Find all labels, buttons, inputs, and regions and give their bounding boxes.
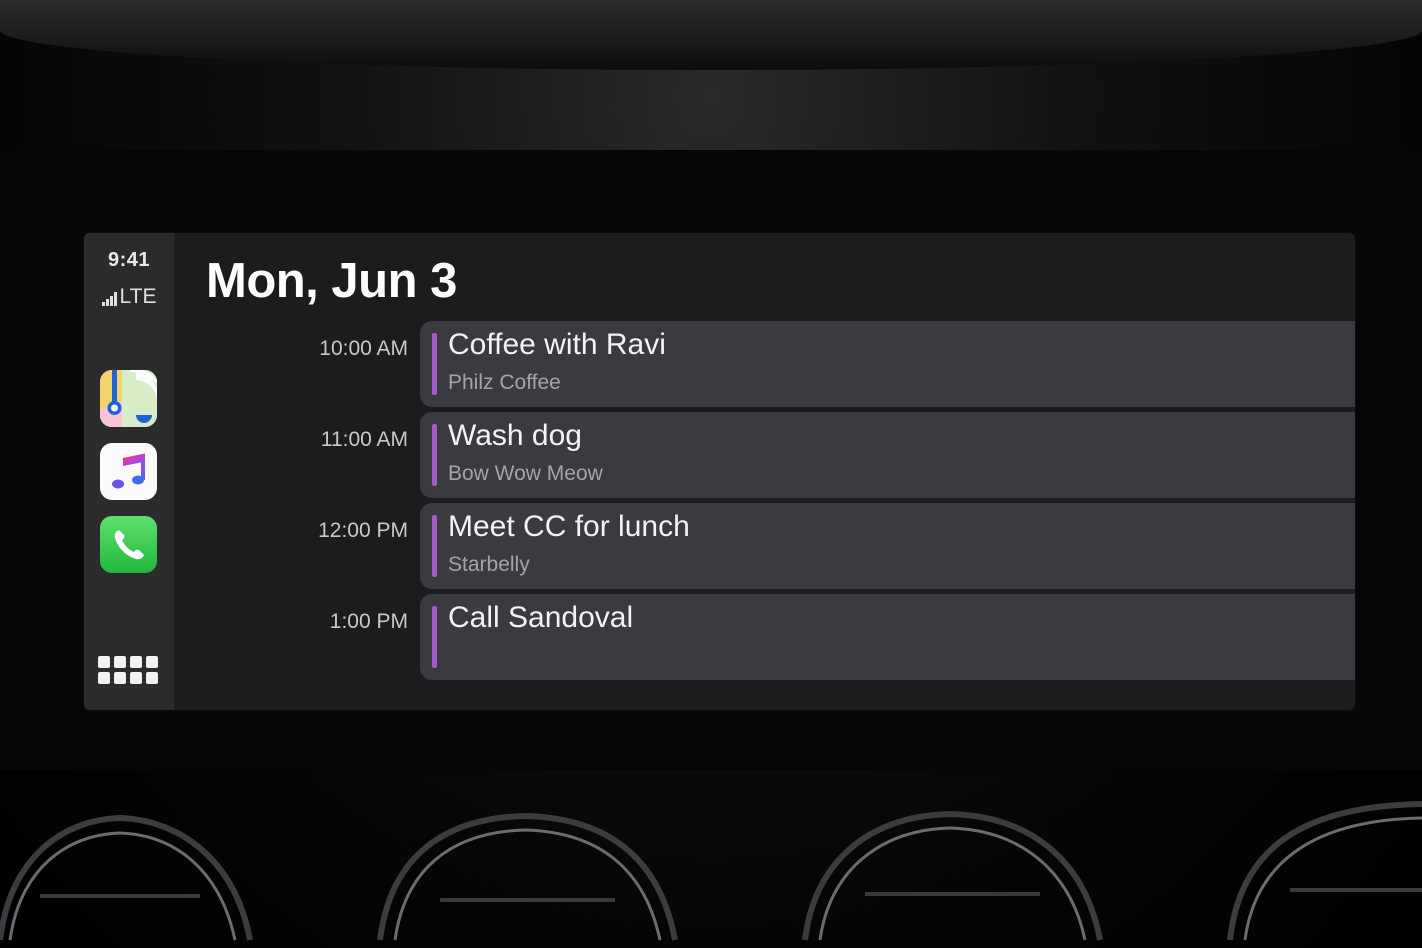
event-title: Call Sandoval (448, 601, 634, 634)
event-location: Philz Coffee (448, 371, 561, 394)
phone-app-button[interactable] (100, 516, 157, 573)
event-card[interactable]: Coffee with Ravi Philz Coffee (420, 321, 1355, 407)
music-app-button[interactable] (100, 443, 157, 500)
maps-app-button[interactable] (100, 370, 157, 427)
event-time: 1:00 PM (329, 610, 408, 633)
calendar-color-bar (432, 333, 437, 395)
signal-bars-icon (101, 292, 117, 306)
dashboard-top (0, 0, 1422, 70)
maps-icon (100, 370, 157, 427)
vent (1227, 801, 1422, 941)
event-card[interactable]: Call Sandoval (420, 594, 1355, 680)
event-title: Coffee with Ravi (448, 328, 666, 361)
event-row: 10:00 AM Coffee with Ravi Philz Coffee (174, 321, 1355, 407)
event-row: 11:00 AM Wash dog Bow Wow Meow (174, 412, 1355, 498)
phone-icon (114, 529, 144, 559)
calendar-color-bar (432, 606, 437, 668)
event-row: 1:00 PM Call Sandoval (174, 594, 1355, 680)
network-label: LTE (119, 285, 157, 308)
calendar-color-bar (432, 424, 437, 486)
vent (377, 812, 678, 941)
carplay-screen: 9:41 LTE Mon, Jun 3 10:00 AM Coffee with… (84, 233, 1355, 710)
music-note-icon (111, 453, 145, 488)
event-time: 12:00 PM (318, 519, 408, 542)
air-vents (0, 801, 1422, 941)
carplay-sidebar: 9:41 LTE (84, 233, 175, 710)
vent (0, 814, 253, 941)
app-grid-icon (98, 656, 110, 668)
event-time: 10:00 AM (319, 337, 408, 360)
event-location: Bow Wow Meow (448, 462, 603, 485)
status-time: 9:41 (107, 249, 151, 271)
page-title: Mon, Jun 3 (206, 254, 457, 308)
event-title: Meet CC for lunch (448, 510, 690, 543)
app-grid-button[interactable] (98, 656, 160, 690)
event-location: Starbelly (448, 553, 530, 576)
event-title: Wash dog (448, 419, 582, 452)
status-network: LTE (84, 285, 174, 309)
event-time: 11:00 AM (320, 428, 408, 451)
event-row: 12:00 PM Meet CC for lunch Starbelly (174, 503, 1355, 589)
event-card[interactable]: Wash dog Bow Wow Meow (420, 412, 1355, 498)
calendar-color-bar (432, 515, 437, 577)
event-card[interactable]: Meet CC for lunch Starbelly (420, 503, 1355, 589)
